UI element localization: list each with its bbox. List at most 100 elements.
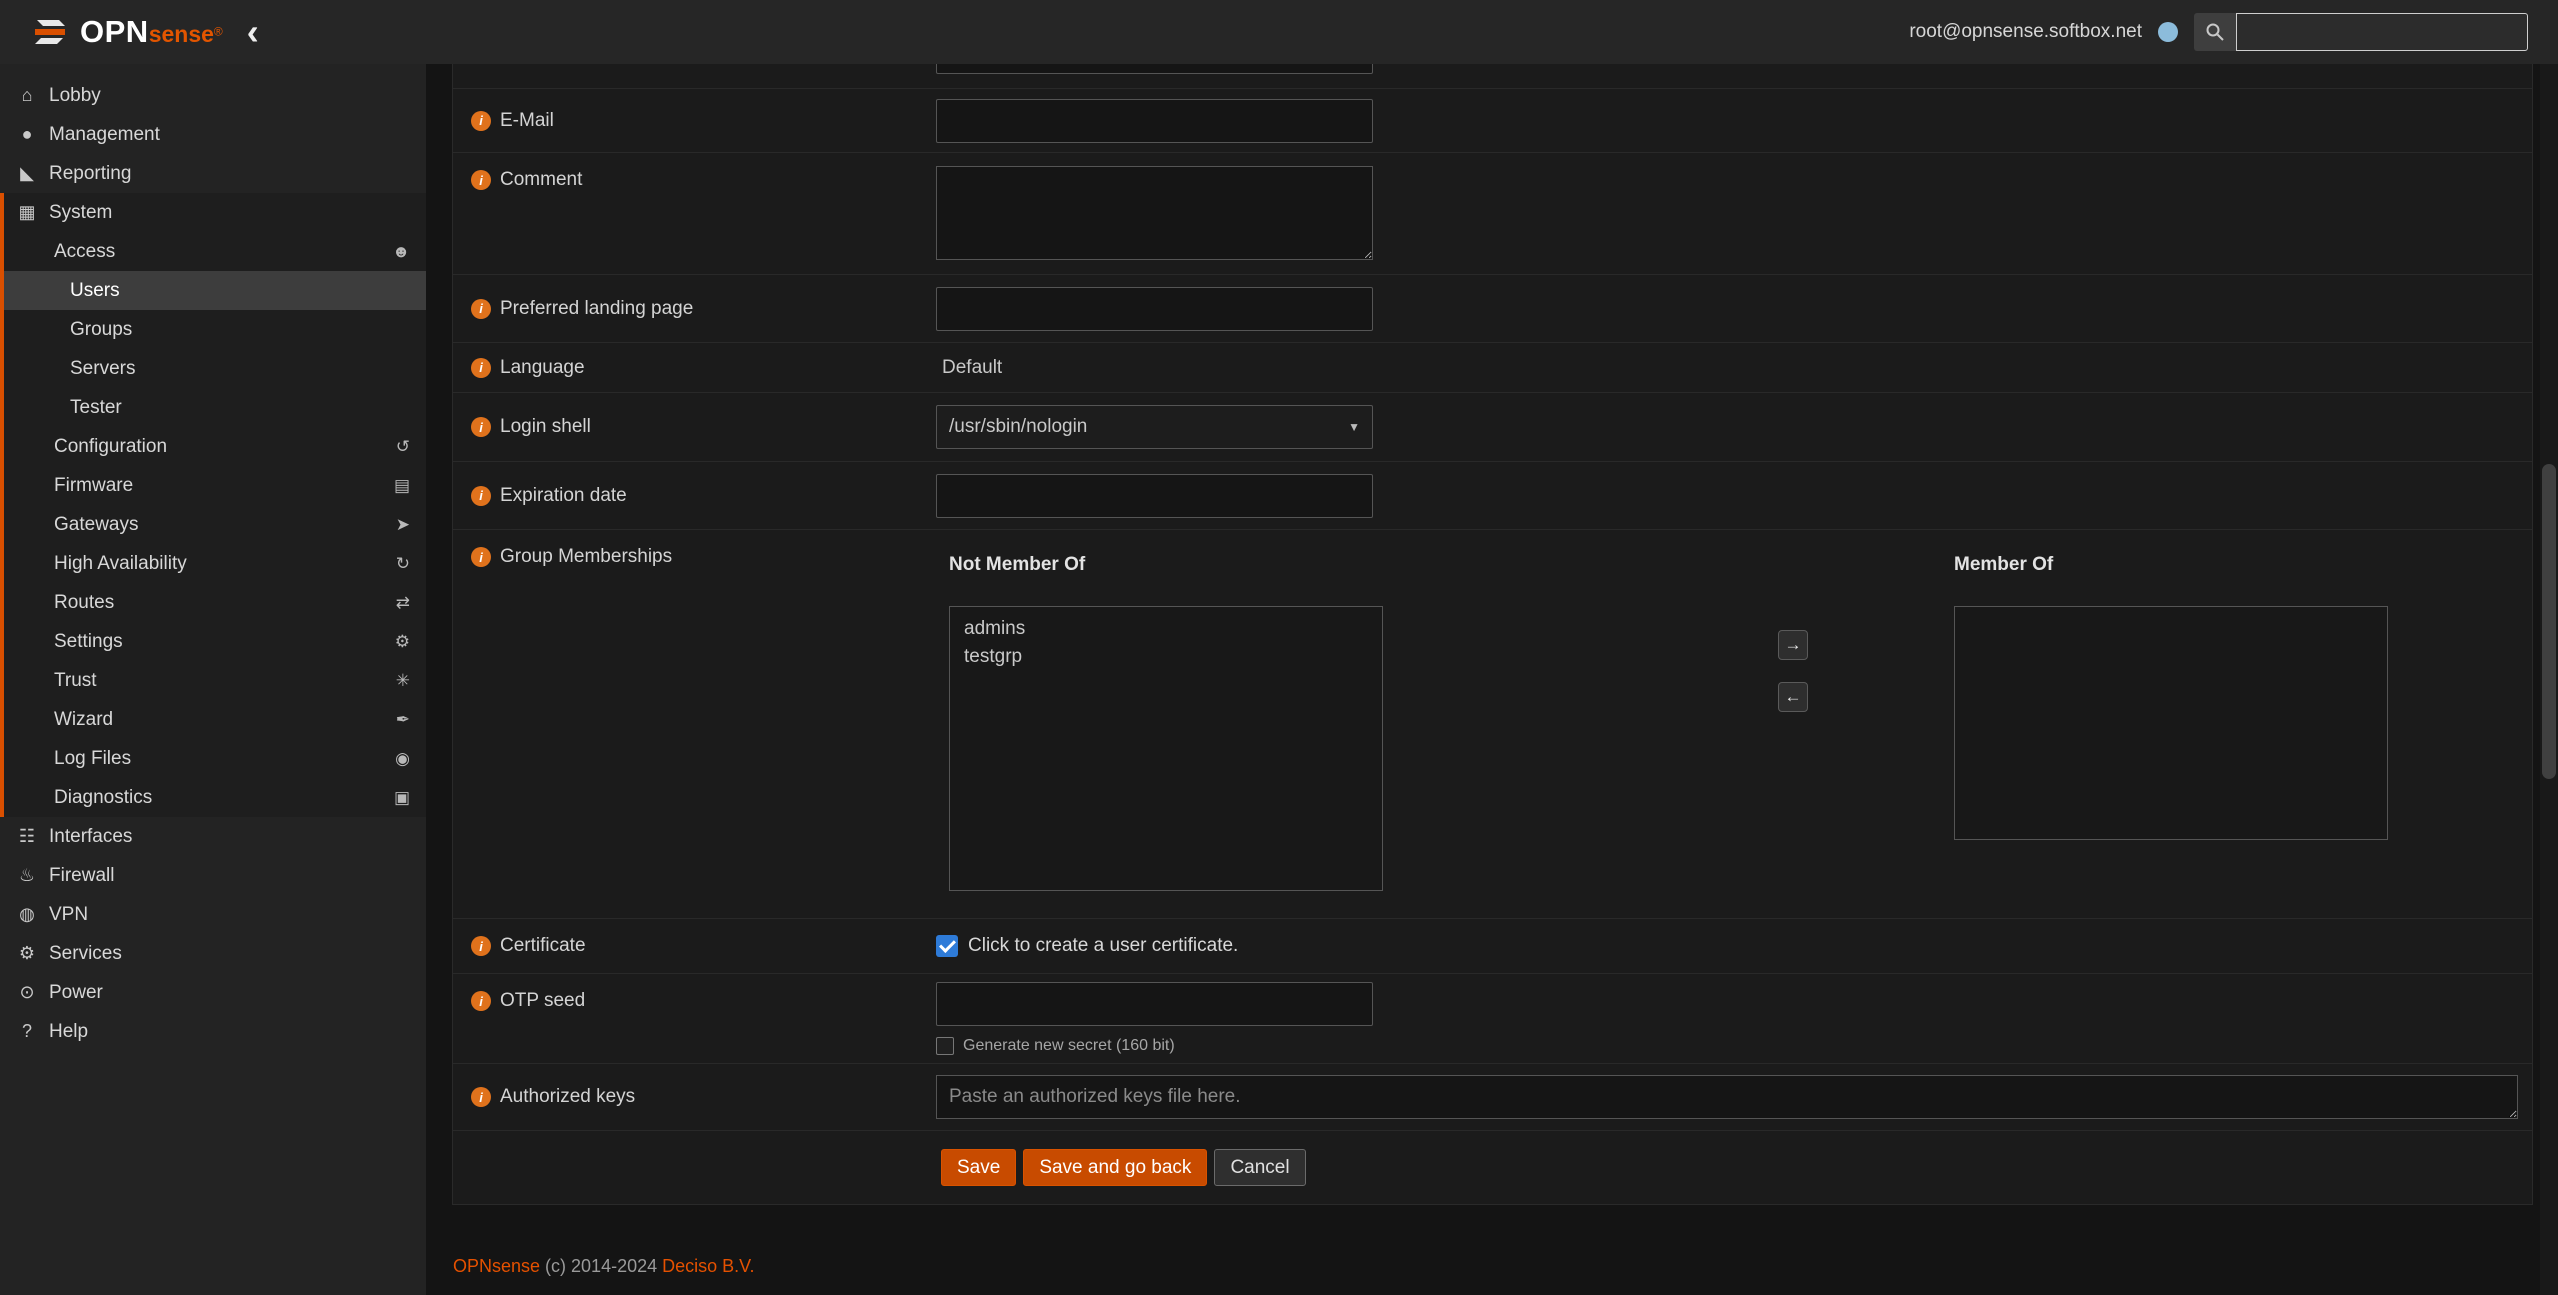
fire-icon: ♨	[14, 865, 40, 886]
sidebar-item-firmware[interactable]: Firmware ▤	[4, 466, 426, 505]
globe-icon: ◍	[14, 904, 40, 925]
sidebar-item-label: Diagnostics	[54, 787, 152, 809]
scrollbar-thumb[interactable]	[2542, 464, 2556, 779]
logged-in-user: root@opnsense.softbox.net	[1909, 21, 2142, 43]
sidebar-item-configuration[interactable]: Configuration ↺	[4, 427, 426, 466]
email-input[interactable]	[936, 99, 1373, 143]
cancel-button[interactable]: Cancel	[1214, 1149, 1305, 1186]
info-icon[interactable]: i	[471, 417, 491, 437]
system-icon: ▦	[14, 202, 40, 223]
sidebar-item-groups[interactable]: Groups	[4, 310, 426, 349]
opnsense-logo[interactable]: OPNsense®	[30, 12, 223, 52]
sidebar-item-system[interactable]: ▦ System	[4, 193, 426, 232]
sidebar-item-reporting[interactable]: ◣ Reporting	[0, 154, 426, 193]
form-row-group-memberships: i Group Memberships Not Member Of Member…	[453, 530, 2532, 919]
search-icon[interactable]	[2194, 13, 2236, 51]
sidebar-item-help[interactable]: ? Help	[0, 1012, 426, 1051]
main-content: i E-Mail i Comment i Preferred landing p…	[426, 64, 2558, 1295]
landing-page-input[interactable]	[936, 287, 1373, 331]
not-member-of-listbox[interactable]: admins testgrp	[949, 606, 1383, 891]
certificate-checkbox[interactable]	[936, 935, 958, 957]
gear-icon: ⚙	[14, 943, 40, 964]
info-icon[interactable]: i	[471, 170, 491, 190]
generate-secret-checkbox[interactable]	[936, 1037, 954, 1055]
sidebar-item-high-availability[interactable]: High Availability ↻	[4, 544, 426, 583]
sidebar-item-routes[interactable]: Routes ⇄	[4, 583, 426, 622]
sidebar-item-label: Lobby	[49, 85, 101, 107]
header-right: root@opnsense.softbox.net	[1909, 13, 2528, 51]
expiration-date-input[interactable]	[936, 474, 1373, 518]
brand-opn: OPN	[80, 14, 149, 49]
save-button[interactable]: Save	[941, 1149, 1016, 1186]
sidebar-item-power[interactable]: ⊙ Power	[0, 973, 426, 1012]
vertical-scrollbar	[2540, 64, 2558, 1295]
form-row-cropped	[453, 64, 2532, 89]
sidebar-item-label: Tester	[70, 397, 122, 419]
sidebar-item-servers[interactable]: Servers	[4, 349, 426, 388]
location-arrow-icon: ➤	[396, 515, 410, 535]
sidebar-item-services[interactable]: ⚙ Services	[0, 934, 426, 973]
sidebar-item-diagnostics[interactable]: Diagnostics ▣	[4, 778, 426, 817]
save-and-go-back-button[interactable]: Save and go back	[1023, 1149, 1207, 1186]
certificate-icon: ✳	[396, 671, 410, 691]
user-form-panel: i E-Mail i Comment i Preferred landing p…	[452, 64, 2533, 1205]
sidebar-item-label: Services	[49, 943, 122, 965]
add-to-group-button[interactable]: →	[1778, 630, 1808, 660]
form-row-otp-seed: i OTP seed Generate new secret (160 bit)	[453, 974, 2532, 1064]
info-icon[interactable]: i	[471, 486, 491, 506]
sidebar-item-management[interactable]: ● Management	[0, 115, 426, 154]
arrow-left-icon: ←	[1785, 687, 1802, 707]
sidebar-item-firewall[interactable]: ♨ Firewall	[0, 856, 426, 895]
top-header: OPNsense® ‹ root@opnsense.softbox.net	[0, 0, 2558, 64]
form-row-language: i Language Default	[453, 343, 2532, 393]
comment-textarea[interactable]	[936, 166, 1373, 260]
sidebar-item-access[interactable]: Access ☻	[4, 232, 426, 271]
list-item[interactable]: admins	[950, 615, 1382, 643]
sidebar-item-trust[interactable]: Trust ✳	[4, 661, 426, 700]
member-of-listbox[interactable]	[1954, 606, 2388, 840]
sidebar-item-label: High Availability	[54, 553, 187, 575]
info-icon[interactable]: i	[471, 1087, 491, 1107]
sidebar-item-log-files[interactable]: Log Files ◉	[4, 739, 426, 778]
cropped-input[interactable]	[936, 64, 1373, 74]
status-dot-icon[interactable]	[2158, 22, 2178, 42]
arrow-right-icon: →	[1785, 635, 1802, 655]
sidebar-item-tester[interactable]: Tester	[4, 388, 426, 427]
sidebar-item-label: Routes	[54, 592, 114, 614]
sidebar-item-gateways[interactable]: Gateways ➤	[4, 505, 426, 544]
form-actions-row: Save Save and go back Cancel	[453, 1131, 2532, 1204]
sidebar-item-wizard[interactable]: Wizard ✒	[4, 700, 426, 739]
sidebar-item-label: Wizard	[54, 709, 113, 731]
authorized-keys-textarea[interactable]	[936, 1075, 2518, 1119]
opnsense-footer-link[interactable]: OPNsense	[453, 1256, 540, 1276]
info-icon[interactable]: i	[471, 936, 491, 956]
sidebar-item-label: Trust	[54, 670, 97, 692]
sidebar-item-label: Servers	[70, 358, 135, 380]
sidebar-item-label: Firewall	[49, 865, 114, 887]
sidebar-item-label: Management	[49, 124, 160, 146]
field-label: Expiration date	[500, 485, 627, 507]
sidebar-item-users[interactable]: Users	[4, 271, 426, 310]
info-icon[interactable]: i	[471, 547, 491, 567]
login-shell-select[interactable]: /usr/sbin/nologin ▼	[936, 405, 1373, 449]
diagnostics-icon: ▣	[394, 788, 410, 808]
form-row-authorized-keys: i Authorized keys	[453, 1064, 2532, 1131]
info-icon[interactable]: i	[471, 299, 491, 319]
sidebar-item-settings[interactable]: Settings ⚙	[4, 622, 426, 661]
remove-from-group-button[interactable]: ←	[1778, 682, 1808, 712]
sidebar-item-interfaces[interactable]: ☷ Interfaces	[0, 817, 426, 856]
field-label: Preferred landing page	[500, 298, 693, 320]
shuffle-icon: ⇄	[396, 593, 410, 613]
sidebar-item-vpn[interactable]: ◍ VPN	[0, 895, 426, 934]
info-icon[interactable]: i	[471, 358, 491, 378]
list-item[interactable]: testgrp	[950, 643, 1382, 671]
otp-seed-input[interactable]	[936, 982, 1373, 1026]
info-icon[interactable]: i	[471, 991, 491, 1011]
sidebar-collapse-icon[interactable]: ‹	[247, 14, 259, 50]
search-input[interactable]	[2236, 13, 2528, 51]
deciso-footer-link[interactable]: Deciso B.V.	[662, 1256, 754, 1276]
info-icon[interactable]: i	[471, 111, 491, 131]
sidebar-item-lobby[interactable]: ⌂ Lobby	[0, 76, 426, 115]
help-icon: ?	[14, 1021, 40, 1042]
magic-wand-icon: ✒	[396, 710, 410, 730]
